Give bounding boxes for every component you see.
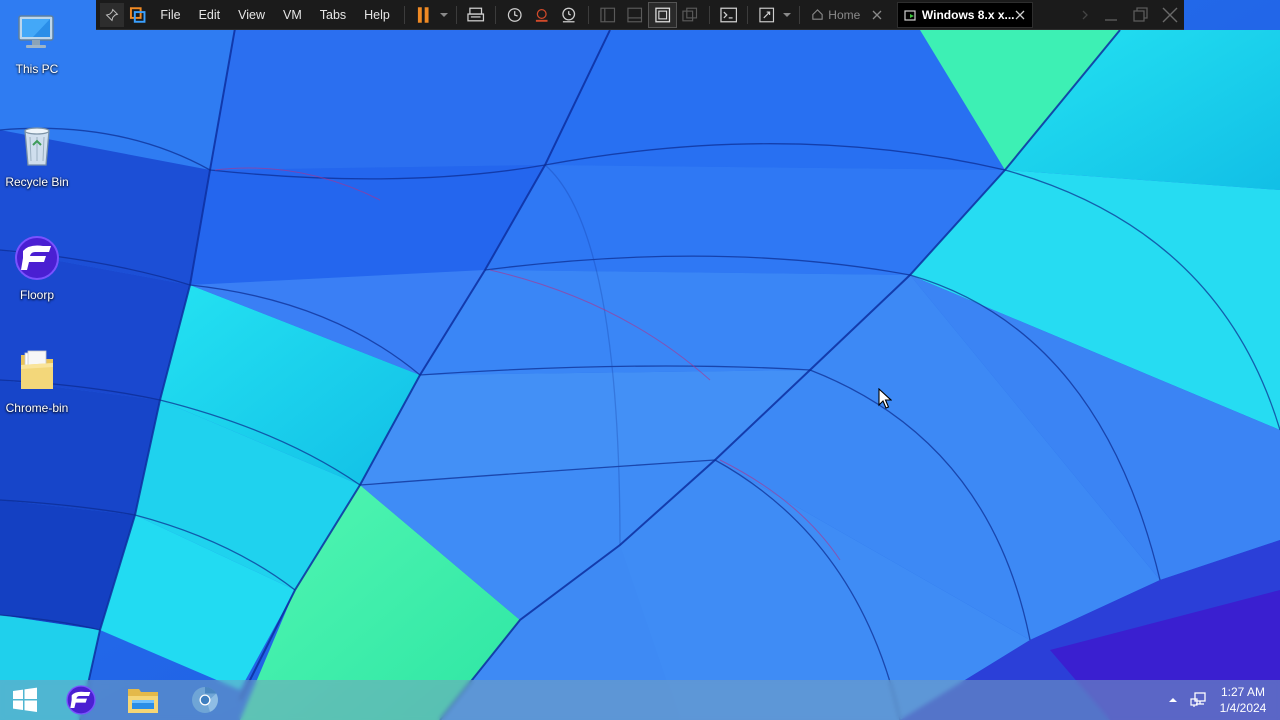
snapshot-clock-icon bbox=[507, 7, 522, 22]
network-tray-button[interactable] bbox=[1186, 680, 1212, 720]
vm-running-icon bbox=[904, 9, 916, 21]
stretch-icon bbox=[759, 7, 774, 22]
thumbnail-bar-icon bbox=[627, 7, 643, 22]
restore-button[interactable] bbox=[1126, 0, 1155, 30]
power-options-dropdown[interactable] bbox=[437, 0, 451, 30]
desktop-icon-this-pc[interactable]: This PC bbox=[0, 0, 74, 100]
suspend-vm-button[interactable] bbox=[410, 0, 437, 30]
tab-label: Home bbox=[828, 7, 861, 22]
toolbar-separator bbox=[799, 5, 801, 24]
restore-icon bbox=[1133, 6, 1149, 22]
stretch-guest-button[interactable] bbox=[753, 0, 780, 30]
menu-help[interactable]: Help bbox=[355, 0, 399, 30]
clock-date: 1/4/2024 bbox=[1219, 701, 1267, 715]
vmware-logo-button[interactable] bbox=[124, 0, 151, 30]
pin-icon bbox=[105, 8, 119, 21]
chevron-down-icon bbox=[440, 12, 449, 17]
tab-label: Windows 8.x x... bbox=[921, 7, 1014, 22]
desktop-icon-label: Floorp bbox=[19, 288, 54, 302]
tab-scroll-right-button[interactable] bbox=[1073, 0, 1097, 30]
terminal-icon bbox=[719, 7, 737, 22]
taskbar: 1:27 AM 1/4/2024 bbox=[0, 680, 1280, 720]
tab-windows-vm[interactable]: Windows 8.x x... bbox=[896, 1, 1033, 28]
menu-tabs[interactable]: Tabs bbox=[311, 0, 355, 30]
minimize-button[interactable] bbox=[1097, 0, 1126, 30]
desktop: This PC Recycle Bin Floorp Chrome-bin Fi… bbox=[0, 0, 1280, 720]
menu-edit[interactable]: Edit bbox=[190, 0, 230, 30]
tab-home[interactable]: Home bbox=[805, 2, 889, 28]
toolbar-separator bbox=[456, 5, 458, 24]
chromium-icon bbox=[192, 686, 218, 713]
send-ctrl-alt-del-button[interactable] bbox=[462, 0, 489, 30]
vm-toolbar: File Edit View VM Tabs Help Home Windows… bbox=[96, 0, 1184, 30]
desktop-icon-label: Chrome-bin bbox=[5, 401, 69, 415]
menu-vm[interactable]: VM bbox=[274, 0, 311, 30]
wallpaper bbox=[0, 0, 1280, 720]
this-pc-icon bbox=[18, 15, 54, 48]
toolbar-separator bbox=[587, 5, 589, 24]
clock-time: 1:27 AM bbox=[1220, 685, 1266, 699]
take-snapshot-button[interactable] bbox=[501, 0, 528, 30]
desktop-icon-label: This PC bbox=[15, 62, 59, 76]
recycle-bin-icon bbox=[24, 127, 50, 166]
show-library-button[interactable] bbox=[594, 0, 621, 30]
windows-start-icon bbox=[13, 687, 37, 712]
keyboard-icon bbox=[467, 7, 485, 21]
desktop-icon-label: Recycle Bin bbox=[5, 175, 69, 189]
console-view-button[interactable] bbox=[715, 0, 742, 30]
revert-snapshot-button[interactable] bbox=[528, 0, 555, 30]
floorp-icon bbox=[15, 236, 59, 280]
desktop-icon-recycle-bin[interactable]: Recycle Bin bbox=[0, 113, 74, 213]
desktop-icon-floorp[interactable]: Floorp bbox=[0, 226, 74, 326]
chevron-down-icon bbox=[783, 12, 792, 17]
full-screen-icon bbox=[655, 7, 670, 22]
show-thumbnail-bar-button[interactable] bbox=[621, 0, 648, 30]
unity-mode-button[interactable] bbox=[676, 0, 703, 30]
menu-view[interactable]: View bbox=[229, 0, 274, 30]
menu-file[interactable]: File bbox=[151, 0, 189, 30]
stretch-options-dropdown[interactable] bbox=[780, 0, 794, 30]
mouse-cursor-icon bbox=[878, 388, 892, 409]
pin-toolbar-button[interactable] bbox=[100, 2, 124, 27]
snapshot-manager-icon bbox=[562, 7, 576, 22]
close-tab-icon[interactable] bbox=[871, 9, 883, 21]
folder-icon bbox=[21, 350, 53, 389]
toolbar-separator bbox=[708, 5, 710, 24]
taskbar-app-chromium[interactable] bbox=[174, 680, 236, 720]
chevron-up-icon bbox=[1169, 698, 1177, 702]
vmware-logo-icon bbox=[129, 6, 146, 23]
home-icon bbox=[812, 9, 823, 20]
chevron-right-icon bbox=[1082, 10, 1088, 19]
snapshot-manager-button[interactable] bbox=[555, 0, 582, 30]
file-explorer-icon bbox=[128, 689, 158, 713]
taskbar-app-floorp[interactable] bbox=[50, 680, 112, 720]
minimize-icon bbox=[1105, 18, 1118, 21]
close-icon bbox=[1162, 7, 1177, 22]
close-window-button[interactable] bbox=[1155, 0, 1184, 30]
close-tab-icon[interactable] bbox=[1014, 9, 1026, 21]
library-pane-icon bbox=[600, 7, 615, 22]
unity-icon bbox=[682, 7, 698, 21]
system-tray: 1:27 AM 1/4/2024 bbox=[1160, 680, 1280, 720]
revert-snapshot-icon bbox=[535, 8, 548, 22]
network-icon bbox=[1190, 692, 1206, 707]
full-screen-button[interactable] bbox=[647, 1, 678, 28]
toolbar-separator bbox=[746, 5, 748, 24]
desktop-icon-chrome-bin[interactable]: Chrome-bin bbox=[0, 339, 74, 439]
show-hidden-icons-button[interactable] bbox=[1160, 680, 1186, 720]
pause-icon bbox=[417, 6, 429, 23]
start-button[interactable] bbox=[0, 680, 50, 720]
taskbar-clock[interactable]: 1:27 AM 1/4/2024 bbox=[1212, 684, 1274, 716]
toolbar-separator bbox=[403, 5, 405, 24]
floorp-icon bbox=[66, 685, 96, 715]
taskbar-app-file-explorer[interactable] bbox=[112, 680, 174, 720]
toolbar-separator bbox=[494, 5, 496, 24]
